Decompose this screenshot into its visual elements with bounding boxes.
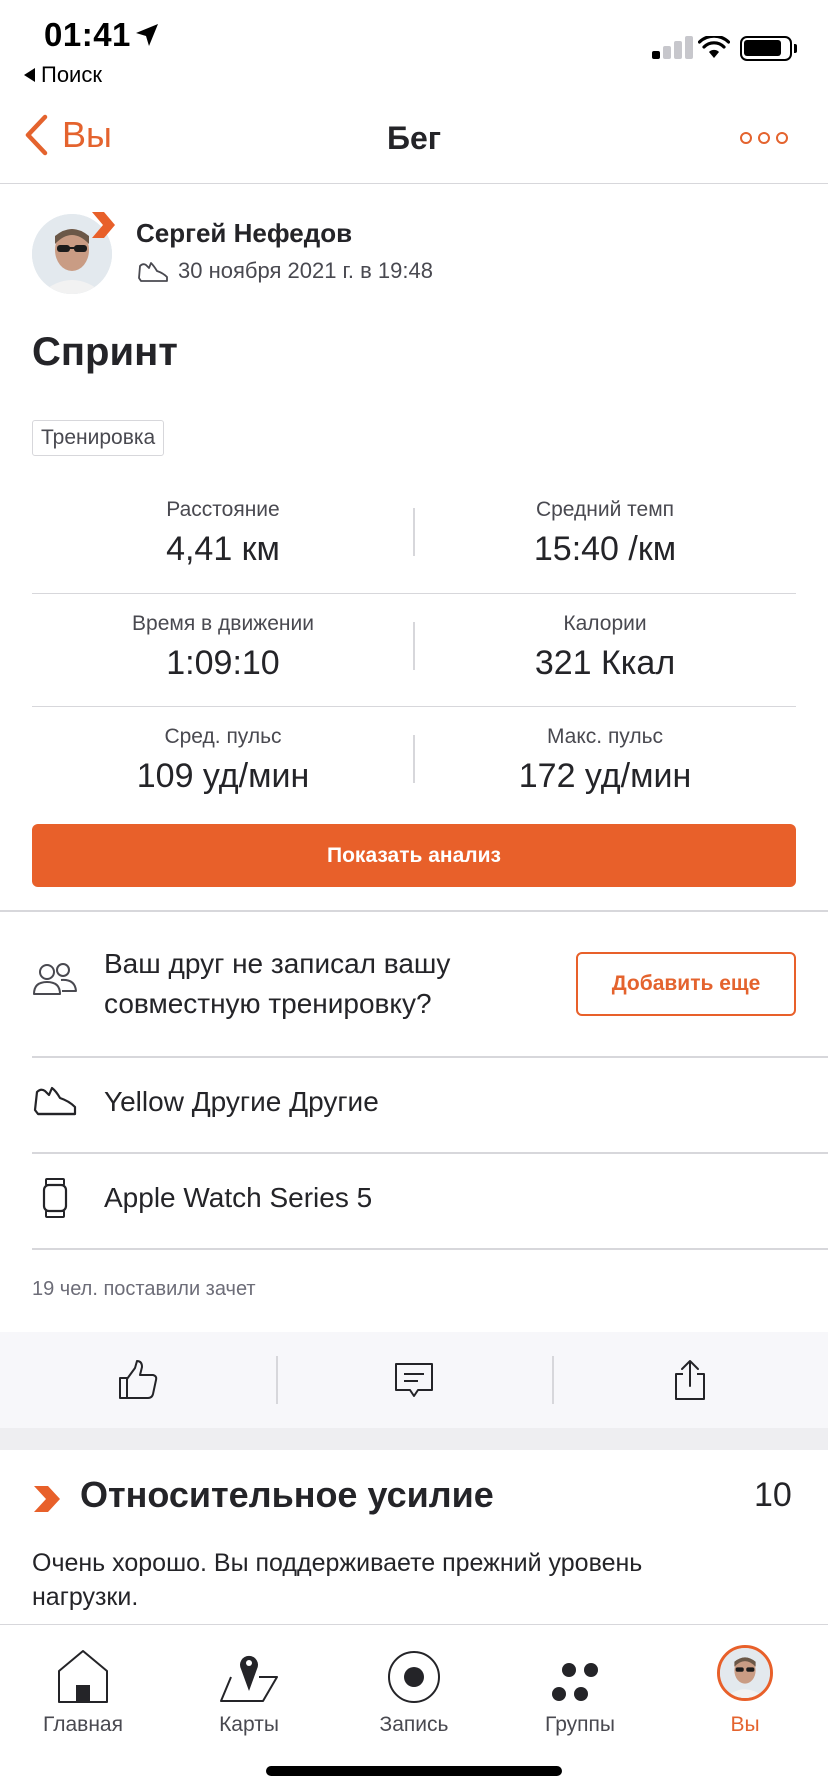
stat-label: Макс. пульс xyxy=(546,725,664,748)
tab-maps[interactable]: Карты xyxy=(166,1625,332,1737)
stat-divider xyxy=(413,508,415,556)
stat-label: Средний темп xyxy=(535,498,675,521)
status-bar: 01:41 Поиск xyxy=(0,0,828,96)
kudos-button[interactable] xyxy=(0,1332,276,1428)
activity-meta: 30 ноября 2021 г. в 19:48 xyxy=(136,258,433,284)
stat-value: 172 уд/мин xyxy=(518,757,692,795)
wifi-icon xyxy=(698,36,730,58)
social-action-bar xyxy=(0,1332,828,1428)
workout-type-tag: Тренировка xyxy=(32,420,165,456)
share-icon xyxy=(675,1360,705,1400)
tab-you[interactable]: Вы xyxy=(662,1625,828,1737)
groups-icon xyxy=(552,1663,598,1701)
kudos-count[interactable]: 19 чел. поставили зачет xyxy=(32,1278,256,1301)
stat-value: 4,41 км xyxy=(166,530,280,568)
stat-label: Время в движении xyxy=(132,612,314,635)
share-button[interactable] xyxy=(552,1332,828,1428)
stat-label: Калории xyxy=(563,612,647,635)
stat-moving-time: Время в движении 1:09:10 xyxy=(32,594,414,706)
stat-value: 109 уд/мин xyxy=(136,757,310,795)
tab-record[interactable]: Запись xyxy=(331,1625,497,1737)
stat-divider xyxy=(413,735,415,783)
section-gap xyxy=(0,1428,828,1450)
stats-grid: Расстояние 4,41 км Средний темп 15:40 /к… xyxy=(32,480,796,819)
gear-shoes-row[interactable]: Yellow Другие Другие xyxy=(0,1056,828,1152)
stat-value: 1:09:10 xyxy=(166,644,280,682)
stat-divider xyxy=(413,622,415,670)
gear-shoes-label: Yellow Другие Другие xyxy=(104,1086,379,1117)
activity-date: 30 ноября 2021 г. в 19:48 xyxy=(178,258,433,283)
home-indicator xyxy=(266,1766,562,1776)
page-title: Бег xyxy=(386,120,442,156)
tab-label: Группы xyxy=(545,1713,615,1736)
stat-avg-pace: Средний темп 15:40 /км xyxy=(414,480,796,593)
back-to-app-link[interactable]: Поиск xyxy=(24,62,102,88)
subscriber-badge-icon xyxy=(92,212,115,238)
shoe-icon xyxy=(33,1086,77,1116)
map-icon xyxy=(220,1655,278,1702)
stat-label: Сред. пульс xyxy=(164,725,282,748)
comment-icon xyxy=(395,1363,433,1397)
stat-label: Расстояние xyxy=(166,498,280,521)
stats-row: Время в движении 1:09:10 Калории 321 Кка… xyxy=(32,593,796,706)
stats-row: Расстояние 4,41 км Средний темп 15:40 /к… xyxy=(32,480,796,593)
nav-bar: Вы Бег xyxy=(0,96,828,184)
watch-icon xyxy=(42,1178,68,1218)
running-shoe-icon xyxy=(138,262,168,282)
device-label: Apple Watch Series 5 xyxy=(104,1182,373,1213)
record-icon xyxy=(388,1651,440,1703)
athlete-name[interactable]: Сергей Нефедов xyxy=(136,218,352,249)
stat-distance: Расстояние 4,41 км xyxy=(32,480,414,593)
location-arrow-icon xyxy=(136,24,158,46)
stat-calories: Калории 321 Ккал xyxy=(414,594,796,706)
activity-title: Спринт xyxy=(32,330,178,374)
show-analysis-button[interactable]: Показать анализ xyxy=(32,824,796,887)
tab-label: Вы xyxy=(730,1713,760,1736)
battery-icon xyxy=(740,36,797,61)
avatar xyxy=(717,1645,773,1701)
section-divider xyxy=(0,910,828,912)
tab-label: Карты xyxy=(219,1713,279,1736)
stat-avg-hr: Сред. пульс 109 уд/мин xyxy=(32,707,414,819)
stat-max-hr: Макс. пульс 172 уд/мин xyxy=(414,707,796,819)
tab-label: Запись xyxy=(379,1713,449,1736)
back-triangle-icon xyxy=(24,68,35,82)
missed-friend-prompt: Ваш друг не записал вашу совместную трен… xyxy=(104,948,451,1019)
device-row[interactable]: Apple Watch Series 5 xyxy=(0,1152,828,1248)
group-people-icon xyxy=(33,963,77,995)
stat-value: 15:40 /км xyxy=(533,530,677,568)
tab-groups[interactable]: Группы xyxy=(497,1625,663,1737)
thumbs-up-icon xyxy=(119,1360,158,1399)
relative-effort-title[interactable]: Относительное усилие xyxy=(80,1474,494,1516)
cellular-signal-icon xyxy=(652,36,693,59)
stats-row: Сред. пульс 109 уд/мин Макс. пульс 172 у… xyxy=(32,706,796,819)
relative-effort-description: Очень хорошо. Вы поддерживаете прежний у… xyxy=(32,1549,643,1611)
add-more-button[interactable]: Добавить еще xyxy=(576,952,796,1016)
home-icon xyxy=(58,1650,108,1703)
comment-button[interactable] xyxy=(276,1332,552,1428)
row-divider xyxy=(32,1248,828,1250)
stat-value: 321 Ккал xyxy=(534,644,676,682)
more-icon[interactable] xyxy=(740,132,788,144)
tab-home[interactable]: Главная xyxy=(0,1625,166,1737)
status-time: 01:41 xyxy=(44,16,131,53)
relative-effort-icon xyxy=(34,1486,60,1512)
relative-effort-value: 10 xyxy=(754,1476,792,1514)
tab-label: Главная xyxy=(43,1713,123,1736)
back-app-label: Поиск xyxy=(41,62,102,87)
